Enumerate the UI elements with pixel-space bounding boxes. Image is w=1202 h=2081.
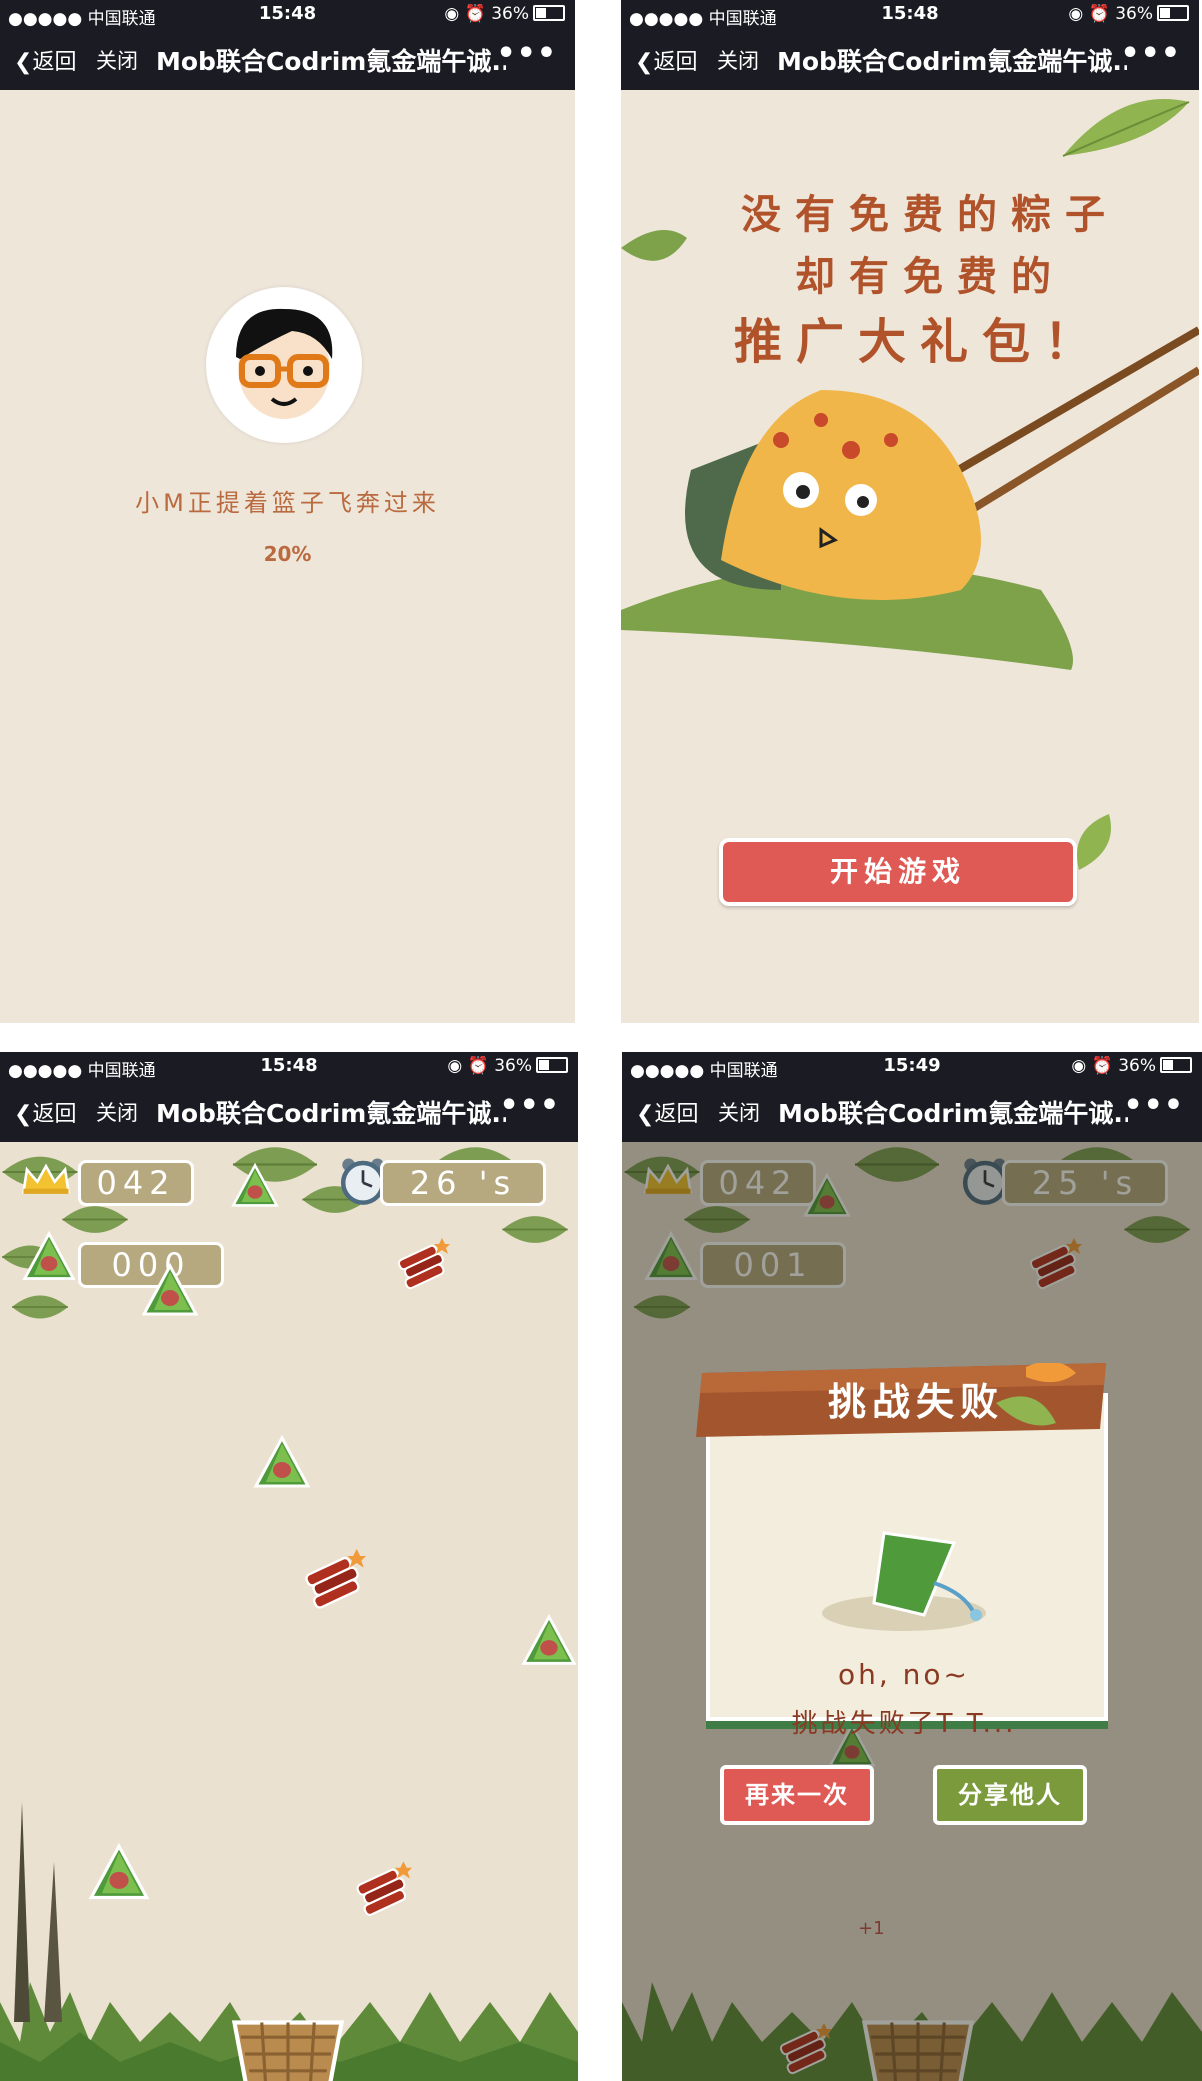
page-title: Mob联合Codrim氪金端午诚... — [156, 47, 506, 76]
battery-percent: 36% — [494, 1056, 532, 1076]
falling-zongzi[interactable] — [252, 1434, 312, 1494]
back-label: 返回 — [32, 50, 77, 75]
timer-display: 26 's — [380, 1160, 546, 1206]
battery-icon — [533, 5, 565, 21]
status-right: ◉ ⏰ 36% — [444, 4, 565, 24]
loading-screen: 小M正提着篮子飞奔过来 20% — [0, 90, 575, 1023]
back-label: 返回 — [654, 1102, 699, 1127]
slogan-line-2: 却有免费的 — [795, 254, 1065, 300]
battery-icon — [536, 1057, 568, 1073]
retry-button[interactable]: 再来一次 — [720, 1765, 874, 1825]
battery-icon — [1160, 1057, 1192, 1073]
nav-bar: ❮返回 关闭 Mob联合Codrim氪金端午诚... ••• — [622, 1080, 1202, 1142]
fallen-zongzi-icon — [822, 1531, 986, 1631]
back-label: 返回 — [653, 50, 698, 75]
status-right: ◉ ⏰ 36% — [1068, 4, 1189, 24]
close-button[interactable]: 关闭 — [717, 45, 759, 75]
falling-firecracker[interactable] — [348, 1852, 412, 1922]
close-button[interactable]: 关闭 — [718, 1097, 760, 1127]
panel-loading: ●●●●● 中国联通 15:48 ◉ ⏰ 36% ❮返回 关闭 Mob联合Cod… — [0, 0, 575, 1023]
close-button[interactable]: 关闭 — [96, 1097, 138, 1127]
best-score: 042 — [78, 1160, 194, 1206]
panel-game-over: ●●●●● 中国联通 15:49 ◉ ⏰ 36% ❮返回 关闭 Mob联合Cod… — [622, 1052, 1202, 2081]
battery-percent: 36% — [491, 4, 529, 24]
chevron-left-icon: ❮ — [636, 1102, 655, 1127]
crown-icon — [22, 1164, 70, 1196]
panel-gameplay: ●●●●● 中国联通 15:48 ◉ ⏰ 36% ❮返回 关闭 Mob联合Cod… — [0, 1052, 578, 2081]
loading-percent: 20% — [263, 542, 312, 566]
intro-screen: 没有免费的粽子 却有免费的 推广大礼包！ 开始游戏 — [621, 90, 1199, 1023]
player-basket[interactable] — [228, 2012, 348, 2081]
more-menu-button[interactable]: ••• — [496, 36, 557, 71]
battery-percent: 36% — [1118, 1056, 1156, 1076]
falling-zongzi[interactable] — [520, 1610, 578, 1674]
slogan-line-1: 没有免费的粽子 — [741, 192, 1119, 238]
more-menu-button[interactable]: ••• — [1123, 1088, 1184, 1123]
dialog-message-2: 挑战失败了T T... — [791, 1709, 1017, 1739]
zongzi-mascot-icon — [621, 326, 1199, 670]
dialog-message-1: oh, no~ — [837, 1658, 970, 1691]
falling-zongzi[interactable] — [140, 1262, 200, 1322]
game-over-dialog: 挑战失败 oh, no~ 挑战失败了T T... 再来一次 分享他人 — [696, 1323, 1112, 1825]
back-button[interactable]: ❮返回 — [635, 44, 697, 76]
chevron-left-icon: ❮ — [14, 50, 33, 75]
close-button[interactable]: 关闭 — [96, 45, 138, 75]
zongzi-counter-icon — [23, 1232, 75, 1280]
loading-text: 小M正提着篮子飞奔过来 — [135, 489, 440, 517]
chevron-left-icon: ❮ — [635, 50, 654, 75]
falling-firecracker[interactable] — [390, 1232, 450, 1292]
status-right: ◉ ⏰ 36% — [1071, 1056, 1192, 1076]
page-title: Mob联合Codrim氪金端午诚... — [777, 47, 1127, 76]
status-right: ◉ ⏰ 36% — [447, 1056, 568, 1076]
back-button[interactable]: ❮返回 — [14, 44, 76, 76]
share-button[interactable]: 分享他人 — [933, 1765, 1087, 1825]
battery-percent: 36% — [1115, 4, 1153, 24]
page-title: Mob联合Codrim氪金端午诚... — [156, 1099, 506, 1128]
status-bar: ●●●●● 中国联通 15:48 ◉ ⏰ 36% — [0, 0, 575, 29]
cartoon-face-icon — [236, 308, 333, 419]
status-bar: ●●●●● 中国联通 15:48 ◉ ⏰ 36% — [621, 0, 1199, 29]
nav-bar: ❮返回 关闭 Mob联合Codrim氪金端午诚... ••• — [621, 28, 1199, 90]
more-menu-button[interactable]: ••• — [499, 1088, 560, 1123]
game-field[interactable]: 042 26 's 000 — [0, 1142, 578, 2081]
chevron-left-icon: ❮ — [14, 1102, 33, 1127]
page-title: Mob联合Codrim氪金端午诚... — [778, 1099, 1128, 1128]
back-button[interactable]: ❮返回 — [636, 1096, 698, 1128]
bamboo-leaf-icon — [1062, 99, 1190, 157]
panel-intro: ●●●●● 中国联通 15:48 ◉ ⏰ 36% ❮返回 关闭 Mob联合Cod… — [621, 0, 1199, 1023]
back-button[interactable]: ❮返回 — [14, 1096, 76, 1128]
avatar — [206, 287, 362, 443]
back-label: 返回 — [32, 1102, 77, 1127]
falling-zongzi[interactable] — [84, 1842, 154, 1906]
nav-bar: ❮返回 关闭 Mob联合Codrim氪金端午诚... ••• — [0, 28, 575, 90]
more-menu-button[interactable]: ••• — [1120, 36, 1181, 71]
status-bar: ●●●●● 中国联通 15:49 ◉ ⏰ 36% — [622, 1052, 1202, 1081]
falling-zongzi[interactable] — [230, 1162, 280, 1212]
status-bar: ●●●●● 中国联通 15:48 ◉ ⏰ 36% — [0, 1052, 578, 1081]
leaf-icon — [1077, 814, 1111, 870]
battery-icon — [1157, 5, 1189, 21]
dialog-title: 挑战失败 — [827, 1380, 1004, 1424]
nav-bar: ❮返回 关闭 Mob联合Codrim氪金端午诚... ••• — [0, 1080, 578, 1142]
start-game-button[interactable]: 开始游戏 — [719, 838, 1077, 906]
bamboo-stalk — [14, 1802, 62, 2022]
falling-firecracker[interactable] — [296, 1542, 366, 1612]
game-field: 042 25 's 001 +1 挑战失败 oh, no~ 挑战失败了T T..… — [622, 1142, 1202, 2081]
